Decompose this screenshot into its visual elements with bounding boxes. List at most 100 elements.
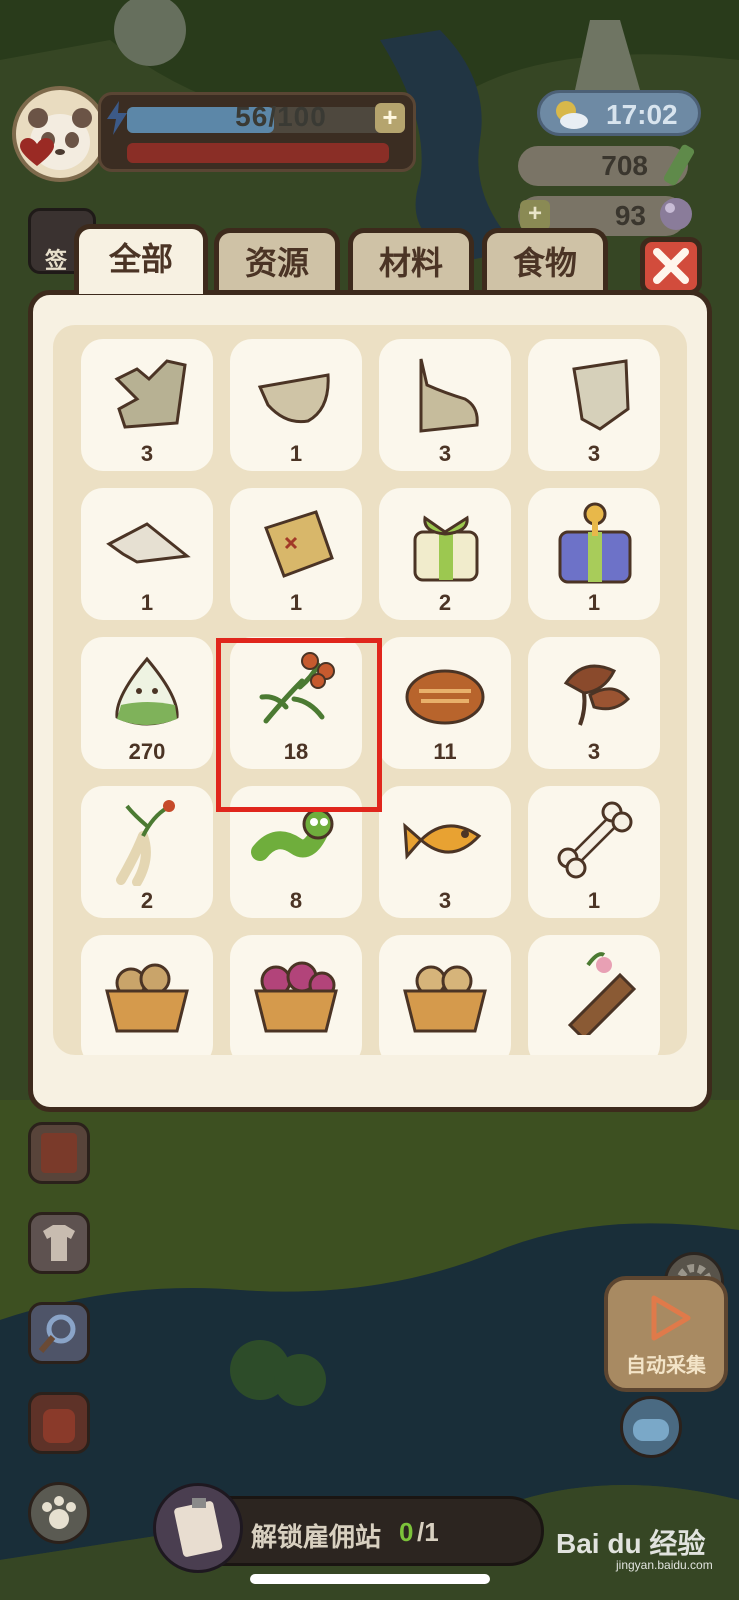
inventory-item[interactable]: 1 [528,488,660,620]
lingzhi-mushroom-icon [563,664,630,726]
potato-basket-icon [105,963,189,1033]
hire-count-current: 0 [399,1517,414,1547]
item-count: 1 [140,590,154,615]
bone-icon [557,801,633,879]
treasure-map-icon [264,510,334,578]
tab-all[interactable]: 全部 [74,224,208,294]
inventory-item[interactable]: 2 [81,786,213,918]
wood-log-icon [567,952,637,1035]
gem-value: 93 [614,200,646,231]
item-count: 3 [140,441,154,466]
inventory-item[interactable]: 3 [379,339,511,471]
inventory-item[interactable] [379,935,511,1055]
shirt-icon [43,1225,75,1261]
highlight-box [216,638,382,812]
whistle-button[interactable] [620,1396,682,1458]
potato-basket-2-icon [403,965,487,1033]
auto-collect-label: 自动采集 [626,1355,706,1377]
item-count: 3 [587,441,601,466]
inventory-item[interactable]: 1 [528,786,660,918]
item-count: 2 [438,590,452,615]
green-gift-box-icon [413,515,479,582]
tab-resources-label: 资源 [244,245,309,281]
clock-time: 17:02 [606,99,678,130]
coin-value: 708 [601,150,648,181]
pet-button[interactable] [28,1482,90,1544]
wardrobe-button[interactable] [28,1212,90,1274]
lightning-bolt-icon [107,101,127,135]
inventory-item[interactable]: 2 [379,488,511,620]
item-count: 1 [289,590,303,615]
inventory-item[interactable]: 3 [81,339,213,471]
home-indicator[interactable] [250,1574,490,1584]
close-button[interactable] [640,237,702,295]
inventory-item[interactable]: 11 [379,637,511,769]
item-count: 2 [140,888,154,913]
flower-basket-icon [254,961,338,1033]
hire-station-bar[interactable]: 解锁雇佣站 0 /1 [153,1483,544,1573]
item-count: 3 [587,739,601,764]
whistle-icon [633,1419,669,1441]
item-count: 11 [433,739,457,764]
inventory-item[interactable]: 3 [379,786,511,918]
fish-icon [403,822,482,860]
tab-resources[interactable]: 资源 [214,228,340,292]
inventory-item[interactable]: 1 [230,339,362,471]
inventory-item[interactable] [528,935,660,1055]
map-fragment-4-icon [572,359,630,431]
tab-all-label: 全部 [108,241,173,277]
tab-materials[interactable]: 材料 [348,228,474,292]
bread-icon [405,669,485,725]
search-button[interactable] [28,1302,90,1364]
item-count: 3 [438,888,452,913]
energy-value: 56/100 [235,101,327,132]
play-icon [651,1295,691,1341]
sign-in-label: 签 [45,248,68,273]
backpack-icon [43,1409,75,1443]
bamboo-icon [663,144,695,186]
tab-food-label: 食物 [512,245,577,281]
map-fragment-3-icon [419,358,479,433]
pearl-icon [660,198,692,230]
item-count: 3 [438,441,452,466]
heart-icon [20,138,54,166]
blue-gift-box-icon [558,502,632,584]
auto-collect-button[interactable]: 自动采集 [604,1276,728,1392]
item-count: 270 [128,739,166,764]
sun-weather-icon [556,101,588,129]
close-icon [653,248,689,284]
inventory-item[interactable]: 3 [528,637,660,769]
item-count: 8 [289,888,303,913]
inventory-item[interactable]: 3 [528,339,660,471]
backpack-button[interactable] [28,1392,90,1454]
item-count: 1 [587,888,601,913]
magnifier-icon [38,1314,76,1353]
item-count: 1 [587,590,601,615]
clipboard-icon [174,1498,223,1557]
watermark-url: jingyan.baidu.com [616,1558,713,1572]
watermark-brand: Bai du 经验 [556,1528,706,1559]
map-fragment-1-icon [114,359,187,429]
game-clock: 17:02 [537,90,701,136]
inventory-item[interactable]: 270 [81,637,213,769]
rice-dumpling-icon [115,656,179,726]
inventory-item[interactable]: 1 [230,488,362,620]
tab-materials-label: 材料 [378,245,443,281]
inventory-item[interactable] [230,935,362,1055]
map-fragment-5-icon [106,522,191,564]
coin-counter: 708 [518,144,695,186]
gem-add-button[interactable]: + [520,200,550,230]
book-icon [41,1133,77,1173]
hire-station-icon [153,1483,243,1573]
ginseng-icon [116,800,175,886]
energy-add-button[interactable]: + [375,103,405,133]
inventory-item[interactable] [81,935,213,1055]
hire-station-label: 解锁雇佣站 [251,1522,382,1552]
tab-food[interactable]: 食物 [482,228,608,292]
energy-health-bar: 56/100 + [98,92,416,172]
hire-count-total: /1 [417,1517,439,1547]
health-fill [127,143,389,163]
inventory-item[interactable]: 1 [81,488,213,620]
recipe-book-button[interactable] [28,1122,90,1184]
item-count: 1 [289,441,303,466]
